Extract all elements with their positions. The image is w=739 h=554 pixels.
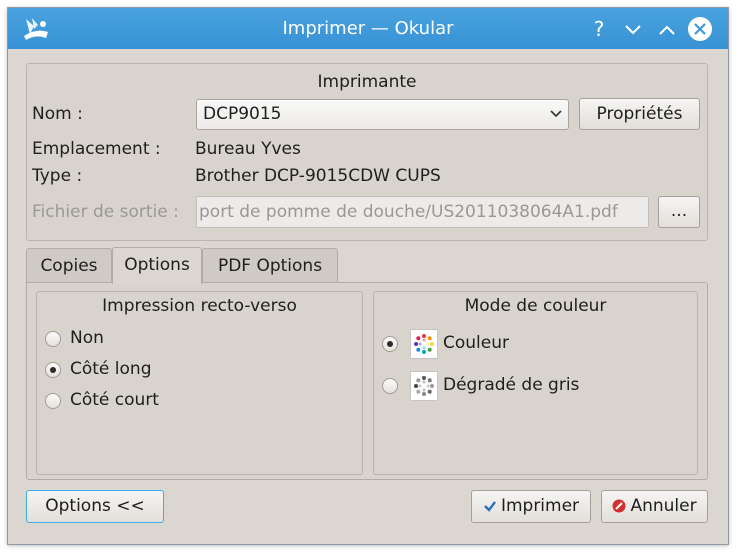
browse-output-button[interactable]: ... [658, 196, 700, 228]
printer-group-title: Imprimante [317, 72, 417, 92]
output-file-value: port de pomme de douche/US2011038064A1.p… [199, 202, 618, 222]
chevron-down-icon [550, 110, 562, 118]
duplex-none-radio[interactable] [45, 331, 61, 347]
printer-name-value: DCP9015 [203, 104, 282, 124]
color-radio[interactable] [382, 336, 398, 352]
print-button-label: Imprimer [500, 496, 580, 516]
tab-options[interactable]: Options [112, 247, 202, 284]
tab-options-label: Options [124, 255, 190, 275]
output-file-field[interactable]: port de pomme de douche/US2011038064A1.p… [196, 196, 649, 228]
options-toggle-button[interactable]: Options << [26, 490, 164, 523]
properties-button[interactable]: Propriétés [579, 98, 700, 130]
grayscale-wheel-icon [410, 371, 438, 401]
output-file-label: Fichier de sortie : [32, 202, 179, 222]
tab-pdf-options[interactable]: PDF Options [202, 248, 338, 283]
duplex-short-edge-radio[interactable] [45, 393, 61, 409]
duplex-long-edge-radio[interactable] [45, 362, 61, 378]
color-wheel-icon [410, 329, 438, 359]
location-label: Emplacement : [32, 139, 161, 159]
tab-copies[interactable]: Copies [26, 248, 112, 283]
tab-copies-label: Copies [40, 256, 98, 276]
grayscale-radio[interactable] [382, 378, 398, 394]
printer-name-combo[interactable]: DCP9015 [196, 99, 569, 130]
duplex-none-label: Non [70, 328, 104, 348]
color-mode-group-title: Mode de couleur [464, 296, 607, 316]
print-button[interactable]: Imprimer [471, 490, 591, 523]
duplex-short-edge-label: Côté court [70, 390, 159, 410]
close-icon [694, 23, 706, 35]
duplex-group-title: Impression recto-verso [102, 296, 297, 316]
tab-pdf-options-label: PDF Options [217, 256, 323, 276]
help-icon[interactable]: ? [586, 16, 612, 42]
cancel-icon [612, 499, 626, 513]
print-dialog: Imprimer — Okular ? Imprimante Nom : DCP… [7, 7, 729, 545]
maximize-icon[interactable] [654, 16, 680, 42]
type-label: Type : [32, 166, 83, 186]
printer-name-label: Nom : [32, 104, 83, 124]
checkmark-icon [484, 501, 496, 512]
options-toggle-label: Options << [45, 496, 145, 516]
grayscale-label: Dégradé de gris [443, 375, 580, 395]
cancel-button-label: Annuler [630, 496, 697, 516]
close-window-button[interactable] [688, 17, 712, 41]
minimize-icon[interactable] [620, 16, 646, 42]
title-bar[interactable]: Imprimer — Okular ? [8, 8, 728, 49]
duplex-long-edge-label: Côté long [70, 359, 152, 379]
location-value: Bureau Yves [195, 139, 301, 159]
color-label: Couleur [443, 333, 509, 353]
browse-output-label: ... [670, 201, 688, 221]
properties-button-label: Propriétés [596, 104, 683, 124]
cancel-button[interactable]: Annuler [601, 490, 708, 523]
type-value: Brother DCP-9015CDW CUPS [195, 166, 441, 186]
duplex-group: Impression recto-verso [36, 291, 363, 475]
